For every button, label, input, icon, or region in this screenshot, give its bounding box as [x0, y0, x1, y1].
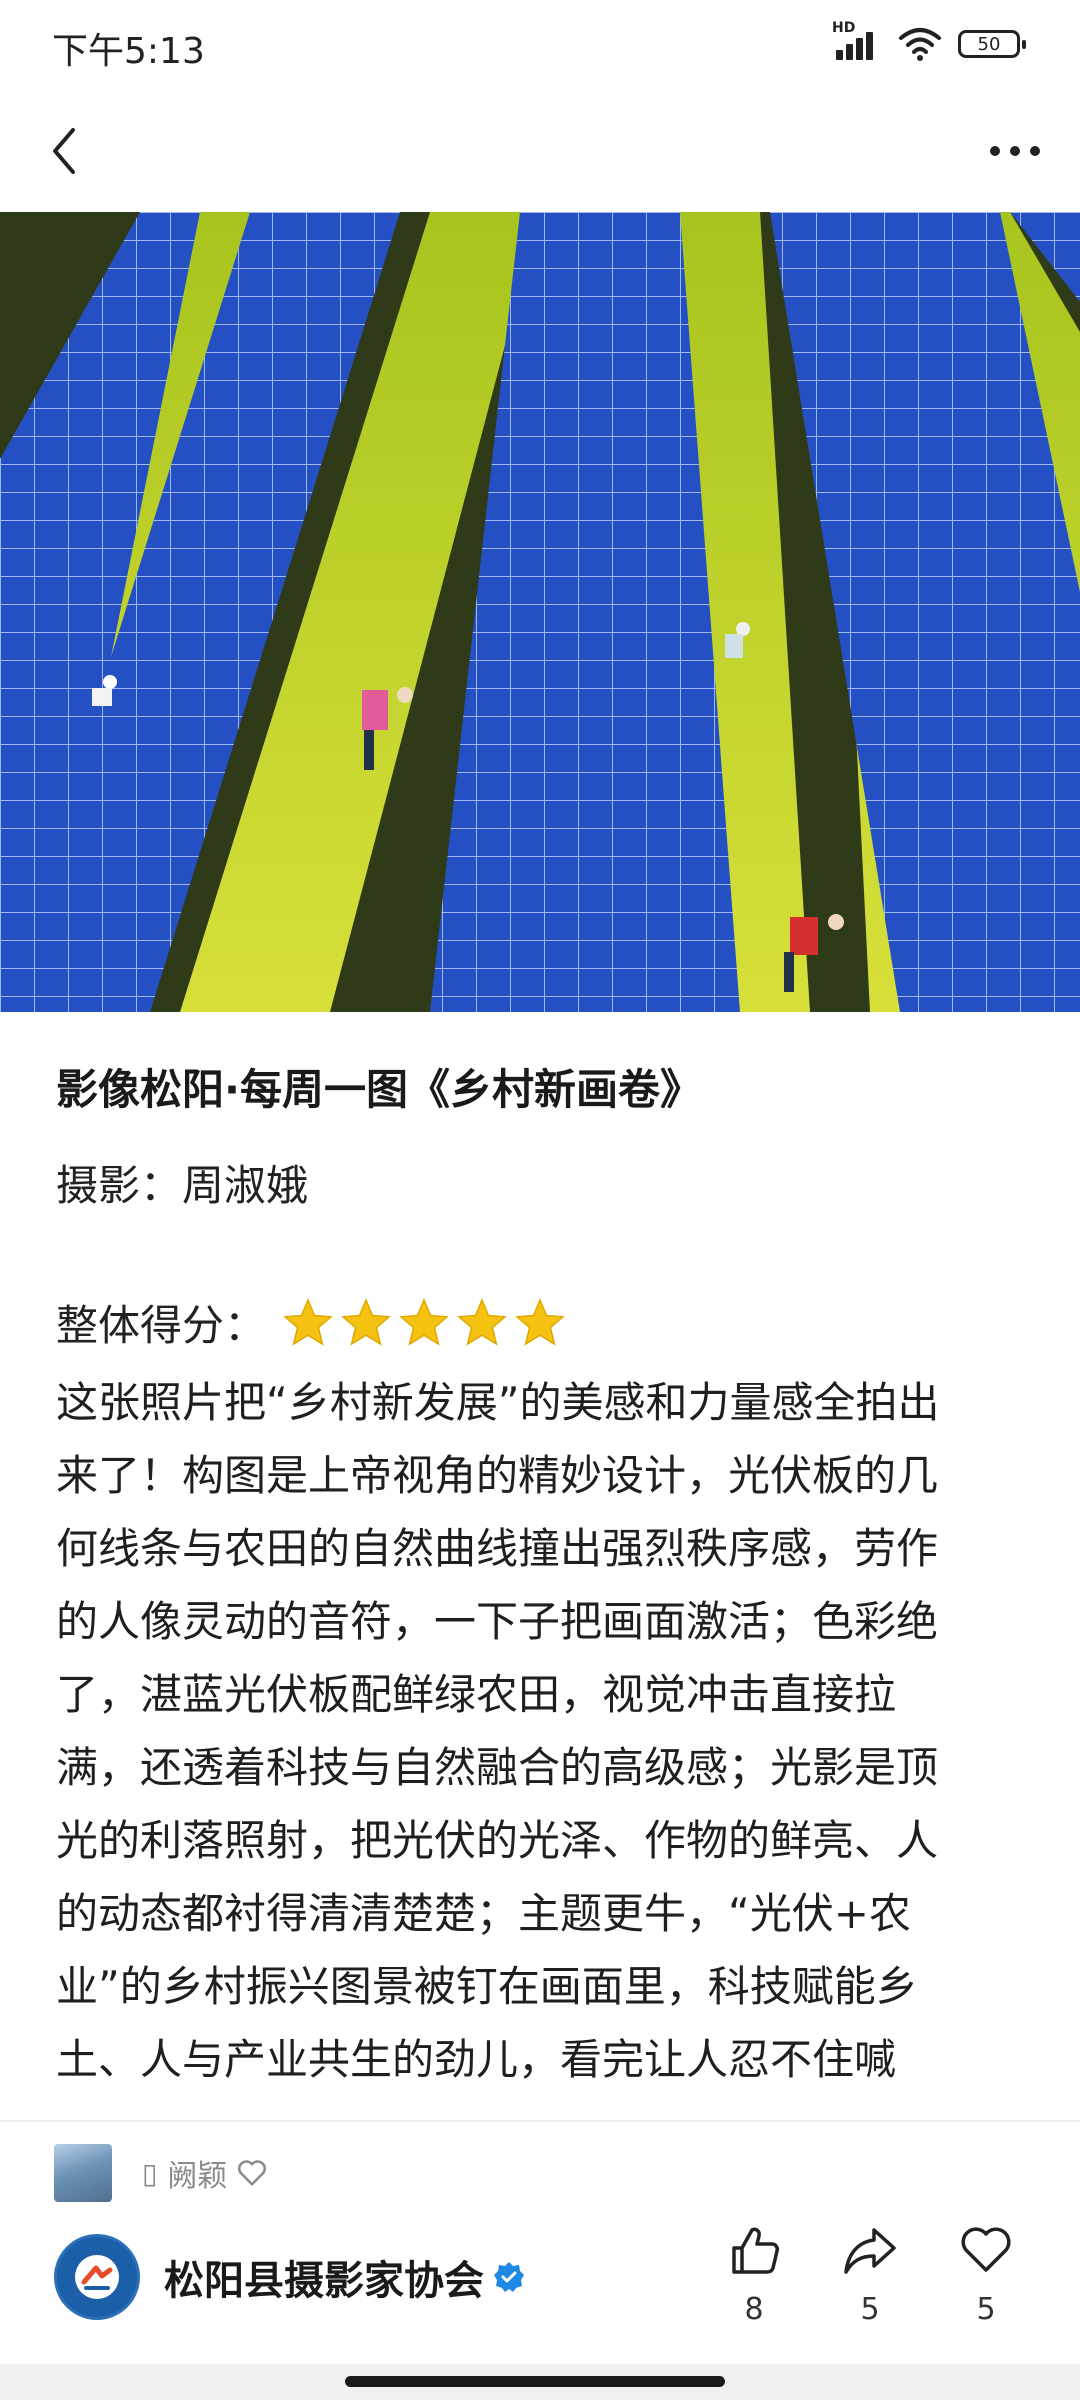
battery-level: 50	[977, 33, 1001, 55]
solar-farm-photo	[0, 212, 1080, 1012]
share-arrow-icon	[844, 2228, 896, 2274]
article-body-line: 这张照片把“乡村新发展”的美感和力量感全拍出	[56, 1378, 940, 1427]
tag-text-group: ▯ 阙颖	[142, 2151, 267, 2195]
like-button[interactable]: 8	[720, 2222, 788, 2327]
more-dots-icon	[990, 146, 1040, 156]
nav-bar	[0, 90, 1080, 212]
signal-icon: HD	[832, 20, 882, 64]
battery-icon: 50	[958, 30, 1026, 58]
verified-badge-icon	[494, 2262, 524, 2292]
article-body-line: 土、人与产业共生的劲儿，看完让人忍不住喊	[56, 2035, 897, 2084]
account-row[interactable]: 松阳县摄影家协会	[54, 2234, 526, 2320]
article-body-line: 了，湛蓝光伏板配鲜绿农田，视觉冲击直接拉	[56, 1670, 897, 1719]
system-navigation-bar	[0, 2364, 1080, 2400]
account-name[interactable]: 松阳县摄影家协会	[164, 2248, 484, 2306]
star-icon	[283, 1297, 333, 1346]
tag-thumbnail	[54, 2144, 112, 2202]
back-button[interactable]	[30, 116, 100, 186]
heart-outline-icon	[238, 2160, 267, 2186]
status-icons: HD 50	[832, 20, 1026, 64]
thumbs-up-icon	[732, 2227, 779, 2274]
article-body-line: 光的利落照射，把光伏的光泽、作物的鲜亮、人	[56, 1816, 939, 1865]
more-button[interactable]	[980, 116, 1050, 186]
related-tag[interactable]: ▯ 阙颖	[54, 2144, 267, 2202]
status-time: 下午5:13	[52, 31, 205, 72]
share-button[interactable]: 5	[836, 2222, 904, 2327]
star-icon	[341, 1297, 391, 1346]
favorite-count: 5	[976, 2292, 996, 2327]
score-row: 整体得分：	[56, 1292, 566, 1353]
star-icon	[399, 1297, 449, 1346]
association-logo-icon	[64, 2244, 130, 2310]
heart-icon	[961, 2227, 1011, 2272]
like-count: 8	[744, 2292, 764, 2327]
share-count: 5	[860, 2292, 880, 2327]
article-title: 影像松阳·每周一图《乡村新画卷》	[56, 1065, 702, 1114]
bottom-panel: ▯ 阙颖 松阳县摄影家协会 8 5 5	[0, 2120, 1080, 2364]
article-body-line: 业”的乡村振兴图景被钉在画面里，科技赋能乡	[56, 1962, 918, 2011]
article-body-line: 的动态都衬得清清楚楚；主题更牛，“光伏+农	[56, 1889, 911, 1938]
tag-text: 阙颖	[167, 2159, 228, 2194]
article-body-line: 何线条与农田的自然曲线撞出强烈秩序感，劳作	[56, 1524, 939, 1573]
article-body: 这张照片把“乡村新发展”的美感和力量感全拍出 来了！构图是上帝视角的精妙设计，光伏…	[56, 1366, 1026, 2091]
article-body-line: 来了！构图是上帝视角的精妙设计，光伏板的几	[56, 1451, 939, 1500]
star-icon	[515, 1297, 565, 1346]
placeholder-glyph: ▯	[142, 2156, 158, 2190]
status-bar: 下午5:13 HD 50	[0, 0, 1080, 90]
article-author: 摄影：周淑娥	[56, 1161, 309, 1210]
star-icon	[457, 1297, 507, 1346]
star-rating	[282, 1297, 566, 1349]
score-label: 整体得分：	[56, 1301, 267, 1350]
avatar[interactable]	[54, 2234, 140, 2320]
network-label: HD	[832, 20, 856, 36]
home-indicator[interactable]	[345, 2376, 725, 2387]
favorite-button[interactable]: 5	[952, 2222, 1020, 2327]
action-buttons: 8 5 5	[720, 2222, 1020, 2327]
article-body-line: 满，还透着科技与自然融合的高级感；光影是顶	[56, 1743, 939, 1792]
hero-photo[interactable]	[0, 212, 1080, 1012]
wifi-icon	[899, 28, 941, 61]
article-body-line: 的人像灵动的音符，一下子把画面激活；色彩绝	[56, 1597, 939, 1646]
chevron-left-icon	[53, 128, 75, 174]
